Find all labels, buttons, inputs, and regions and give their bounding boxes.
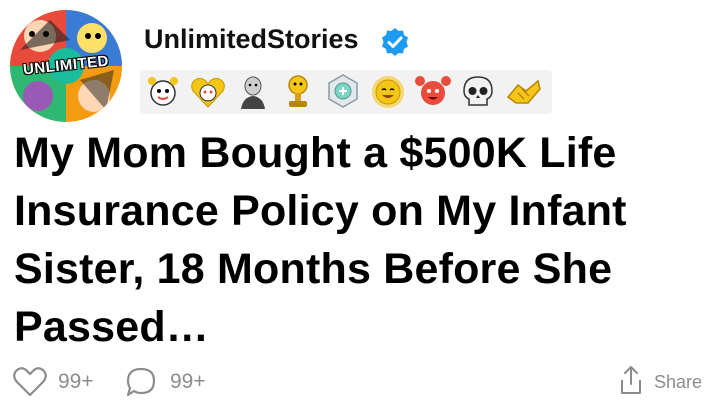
skull-award-icon[interactable] <box>457 71 499 113</box>
gold-trophy-award-icon[interactable] <box>277 71 319 113</box>
heart-eyes-award-icon[interactable] <box>187 71 229 113</box>
avatar[interactable]: UNLIMITED <box>10 10 122 122</box>
post-actions-bar: 99+ 99+ Share <box>0 360 720 404</box>
post-title-line: Sister, 18 Months Before She <box>14 245 613 293</box>
sun-award-icon[interactable] <box>367 71 409 113</box>
like-count: 99+ <box>58 370 94 393</box>
bald-figure-award-icon[interactable] <box>232 71 274 113</box>
share-button[interactable]: Share <box>654 372 702 393</box>
share-icon[interactable] <box>618 364 644 396</box>
post-title-line: Insurance Policy on My Infant <box>14 187 627 235</box>
awards-bar <box>140 70 552 114</box>
post-title-line: My Mom Bought a $500K Life <box>14 129 617 177</box>
verified-badge-icon <box>382 28 408 56</box>
comment-count: 99+ <box>170 370 206 393</box>
comment-bubble-icon[interactable] <box>124 366 158 398</box>
post-title: My Mom Bought a $500K Life Insurance Pol… <box>14 124 714 356</box>
love-hands-award-icon[interactable] <box>412 71 454 113</box>
wholesome-seal-award-icon[interactable] <box>142 71 184 113</box>
username[interactable]: UnlimitedStories <box>144 24 359 55</box>
handshake-award-icon[interactable] <box>502 71 544 113</box>
post-title-line: Passed… <box>14 303 210 351</box>
platinum-award-icon[interactable] <box>322 71 364 113</box>
heart-icon[interactable] <box>12 366 48 398</box>
